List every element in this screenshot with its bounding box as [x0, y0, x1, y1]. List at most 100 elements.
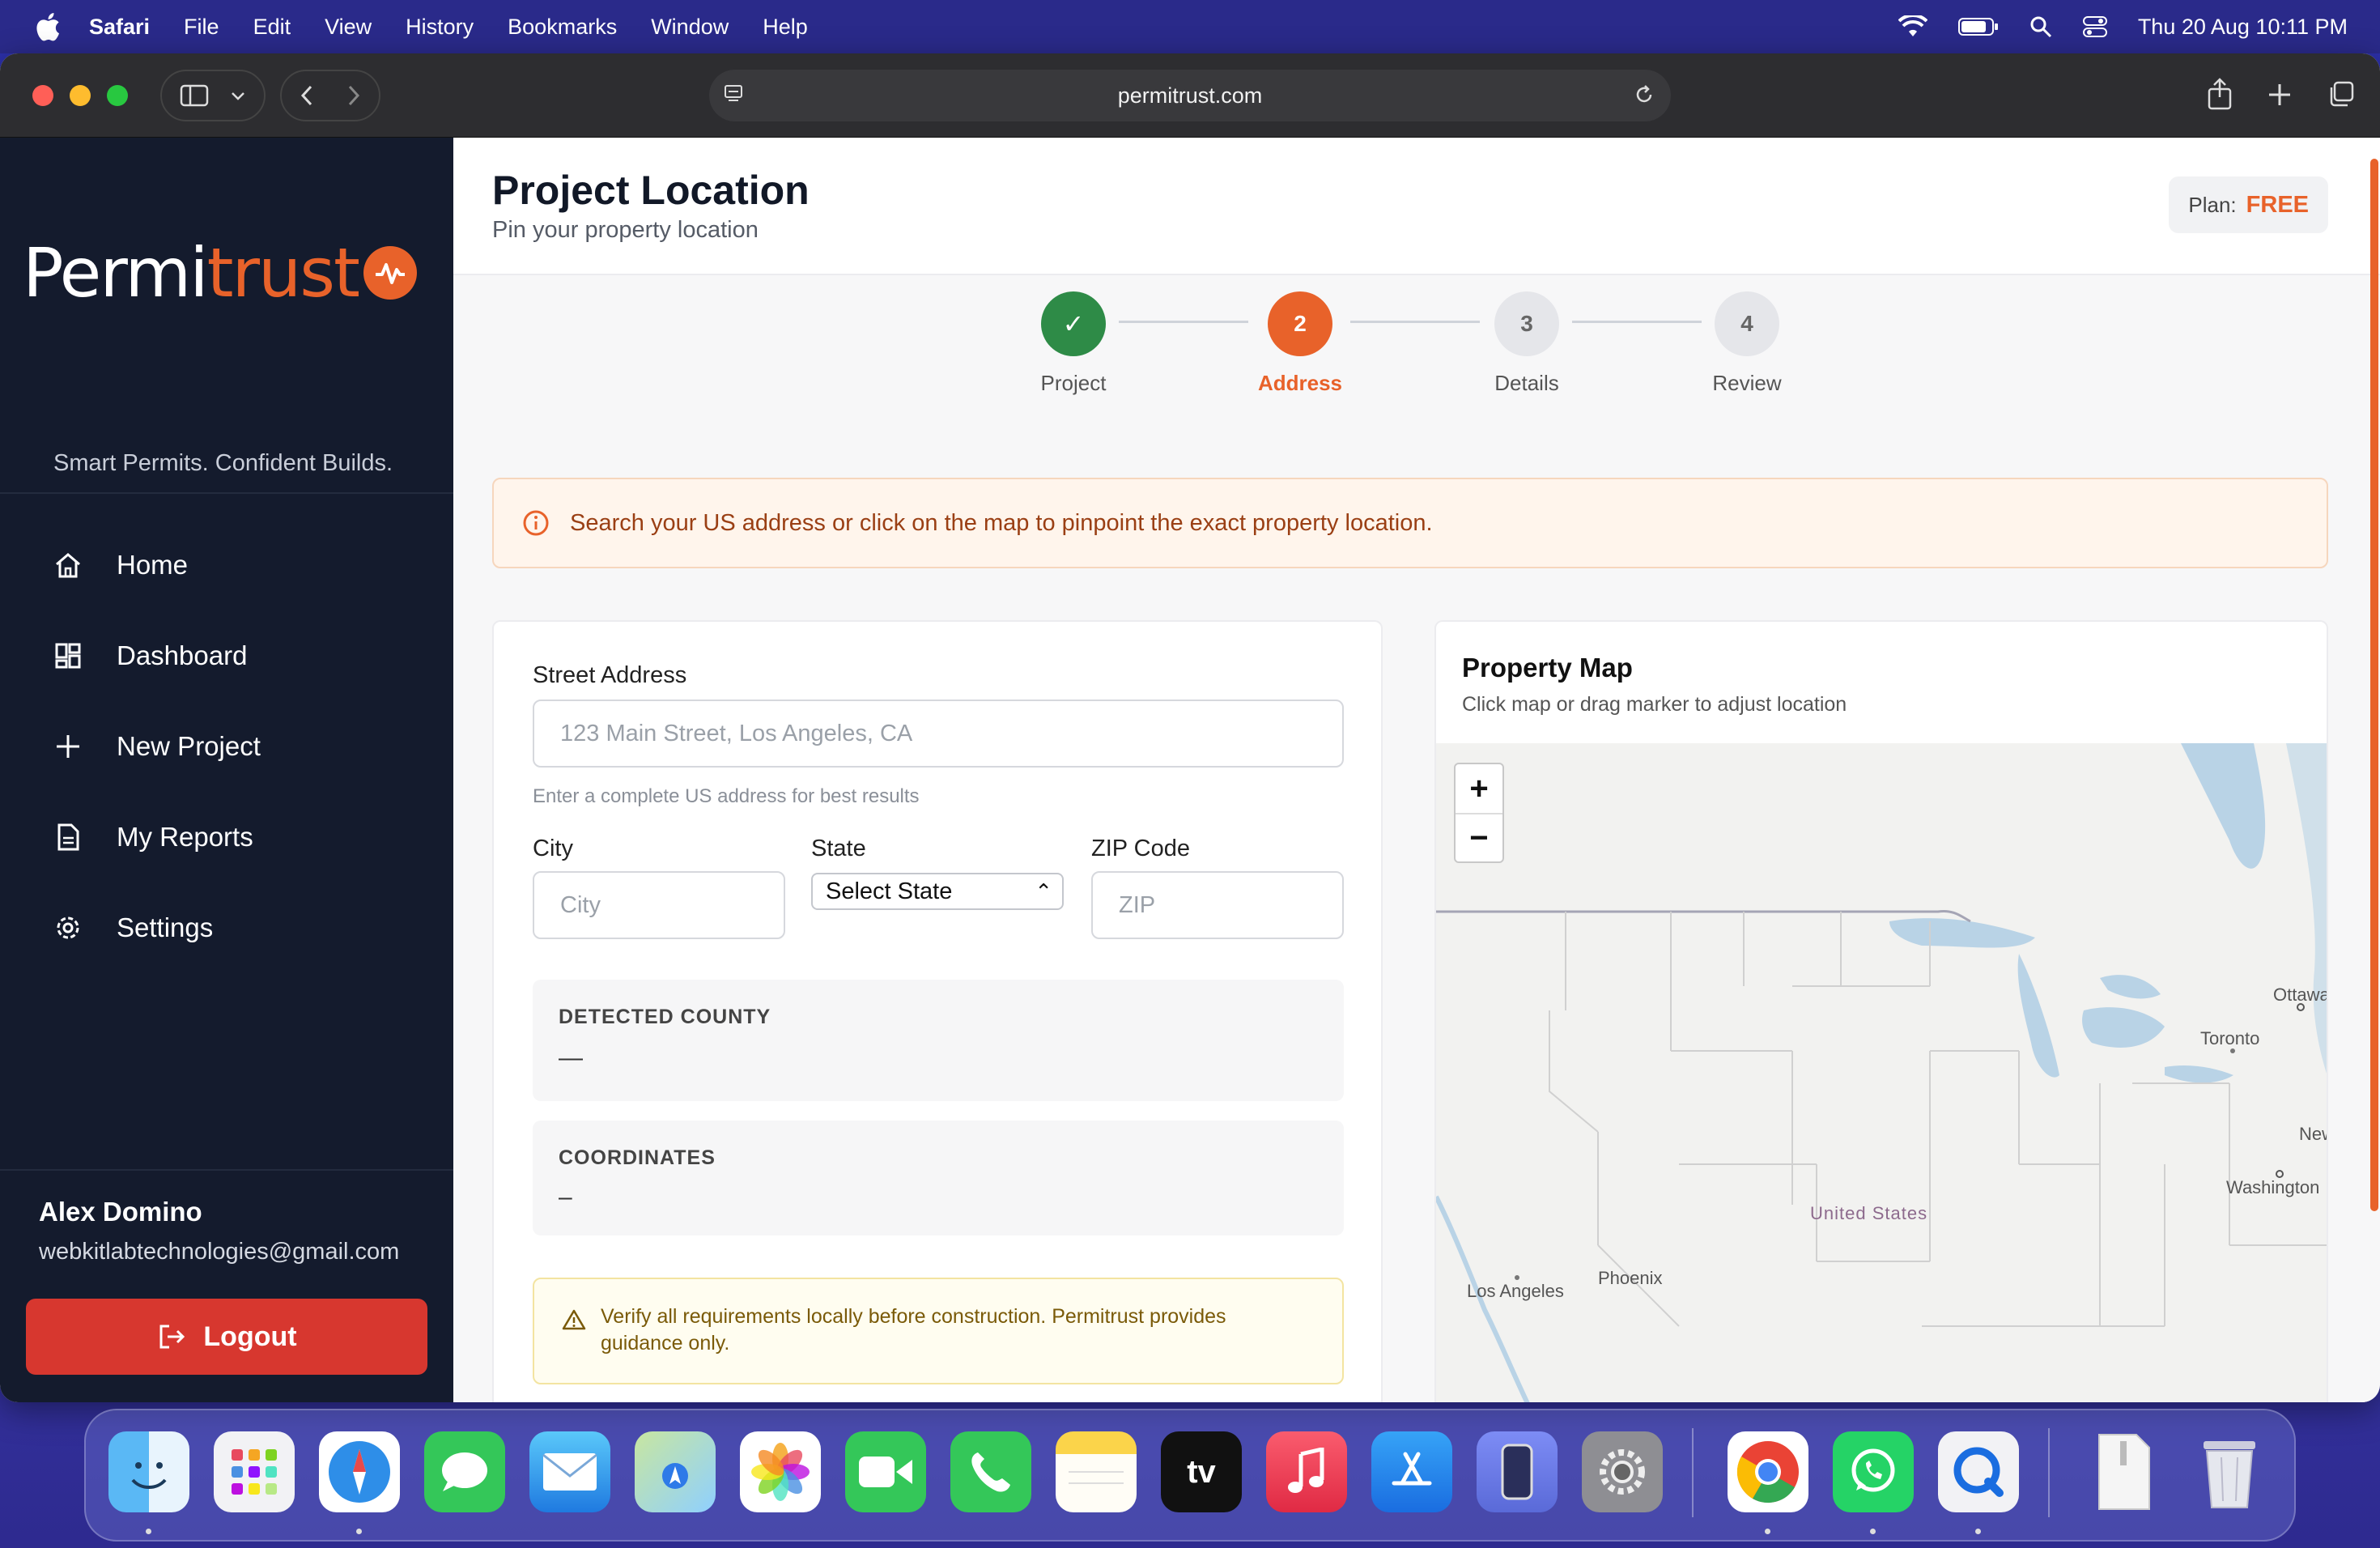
facetime-icon[interactable] [845, 1431, 926, 1512]
menu-bookmarks[interactable]: Bookmarks [508, 15, 617, 40]
music-icon[interactable] [1266, 1431, 1347, 1512]
system-settings-icon[interactable] [1582, 1431, 1663, 1512]
state-label: State [811, 836, 866, 861]
step-connector [1350, 321, 1480, 323]
notes-icon[interactable] [1056, 1431, 1137, 1512]
page-settings-icon[interactable] [722, 83, 746, 107]
close-window-button[interactable] [32, 84, 53, 106]
url-text[interactable]: permitrust.com [1118, 83, 1263, 108]
mail-icon[interactable] [529, 1431, 610, 1512]
map-canvas[interactable]: + − Ottawa Toronto New Washington United… [1436, 743, 2327, 1402]
sidebar-item-label: My Reports [117, 822, 253, 852]
map-subtitle: Click map or drag marker to adjust locat… [1462, 693, 1847, 716]
zoom-in-button[interactable]: + [1456, 764, 1502, 813]
info-icon [523, 510, 549, 536]
user-email: webkitlabtechnologies@gmail.com [39, 1239, 400, 1265]
pulse-check-icon [363, 246, 417, 300]
sidebar-item-my-reports[interactable]: My Reports [0, 792, 453, 882]
step-address[interactable]: 2 Address [1243, 291, 1357, 396]
maps-icon[interactable] [635, 1431, 716, 1512]
spotlight-search-icon[interactable] [2029, 15, 2052, 38]
control-center-icon[interactable] [2082, 15, 2107, 38]
menu-help[interactable]: Help [763, 15, 808, 40]
macos-menubar: Safari File Edit View History Bookmarks … [0, 0, 2380, 53]
share-icon[interactable] [2207, 78, 2233, 110]
state-selected-value: Select State [826, 878, 953, 904]
plan-label: Plan: [2188, 192, 2237, 217]
sidebar-item-home[interactable]: Home [0, 520, 453, 610]
sidebar-item-dashboard[interactable]: Dashboard [0, 610, 453, 701]
zoom-window-button[interactable] [107, 84, 128, 106]
toolbar-right-actions [2207, 78, 2356, 110]
dock-separator [1692, 1428, 1694, 1517]
apple-icon[interactable] [32, 11, 62, 43]
permitrust-app: Permitrust Smart Permits. Confident Buil… [0, 138, 2380, 1402]
step-review[interactable]: 4 Review [1690, 291, 1804, 396]
menu-history[interactable]: History [406, 15, 474, 40]
zoom-out-button[interactable]: − [1456, 813, 1502, 861]
sidebar-toggle-icon[interactable] [180, 84, 209, 107]
permitrust-logo[interactable]: Permitrust [23, 233, 417, 313]
finder-icon[interactable] [108, 1431, 189, 1512]
map-label-washington: Washington [2226, 1177, 2320, 1197]
sidebar-item-settings[interactable]: Settings [0, 882, 453, 973]
iphone-mirroring-icon[interactable] [1477, 1431, 1558, 1512]
sidebar-divider [0, 1169, 453, 1171]
messages-icon[interactable] [424, 1431, 505, 1512]
sidebar-item-label: New Project [117, 731, 261, 761]
photos-icon[interactable] [740, 1431, 821, 1512]
trash-icon[interactable] [2189, 1431, 2270, 1512]
map-label-phoenix: Phoenix [1598, 1268, 1663, 1288]
quicktime-icon[interactable] [1938, 1431, 2019, 1512]
zip-input[interactable]: ZIP [1091, 871, 1344, 939]
warning-text: Verify all requirements locally before c… [601, 1305, 1226, 1354]
browser-toolbar: permitrust.com [0, 53, 2380, 138]
menubar-clock[interactable]: Thu 20 Aug 10:11 PM [2138, 15, 2348, 40]
city-input[interactable]: City [533, 871, 785, 939]
reload-icon[interactable] [1632, 83, 1656, 107]
plan-badge[interactable]: Plan: FREE [2169, 176, 2328, 233]
menu-file[interactable]: File [184, 15, 219, 40]
street-label: Street Address [533, 662, 687, 688]
page-scrollbar[interactable] [2370, 159, 2378, 1211]
step-project[interactable]: ✓ Project [1017, 291, 1130, 396]
safari-icon[interactable] [319, 1431, 400, 1512]
menu-app-name[interactable]: Safari [89, 15, 150, 40]
sidebar-toggle-group[interactable] [160, 69, 266, 121]
menu-window[interactable]: Window [651, 15, 729, 40]
sidebar-item-new-project[interactable]: New Project [0, 701, 453, 792]
step-label: Details [1494, 371, 1559, 395]
map-label-toronto: Toronto [2200, 1028, 2260, 1048]
street-address-input[interactable]: 123 Main Street, Los Angeles, CA [533, 700, 1344, 768]
new-tab-icon[interactable] [2267, 78, 2293, 110]
navigation-group [280, 69, 380, 121]
tab-overview-icon[interactable] [2327, 78, 2356, 110]
step-details[interactable]: 3 Details [1470, 291, 1583, 396]
chevron-down-icon[interactable] [230, 90, 246, 101]
battery-icon[interactable] [1957, 17, 1999, 36]
forward-icon[interactable] [346, 83, 361, 108]
chrome-icon[interactable] [1728, 1431, 1808, 1512]
step-circle: 2 [1268, 291, 1332, 356]
phone-icon[interactable] [950, 1431, 1031, 1512]
street-placeholder: 123 Main Street, Los Angeles, CA [560, 720, 913, 746]
address-bar[interactable]: permitrust.com [709, 70, 1671, 121]
logout-button[interactable]: Logout [26, 1299, 427, 1375]
back-icon[interactable] [300, 83, 314, 108]
user-name: Alex Domino [39, 1197, 202, 1227]
whatsapp-icon[interactable] [1833, 1431, 1914, 1512]
page-title: Project Location [492, 168, 810, 213]
map-label-los-angeles: Los Angeles [1467, 1281, 1564, 1301]
app-store-icon[interactable] [1371, 1431, 1452, 1512]
menu-edit[interactable]: Edit [253, 15, 291, 40]
minimize-window-button[interactable] [70, 84, 91, 106]
launchpad-icon[interactable] [214, 1431, 295, 1512]
window-controls [32, 84, 128, 106]
archive-file-icon[interactable] [2084, 1431, 2165, 1512]
street-hint: Enter a complete US address for best res… [533, 785, 920, 807]
state-select[interactable]: Select State ⌃ [811, 873, 1064, 910]
wifi-icon[interactable] [1898, 15, 1927, 38]
apple-tv-icon[interactable]: tv [1161, 1431, 1242, 1512]
select-arrows-icon: ⌃ [1035, 879, 1052, 904]
menu-view[interactable]: View [325, 15, 372, 40]
